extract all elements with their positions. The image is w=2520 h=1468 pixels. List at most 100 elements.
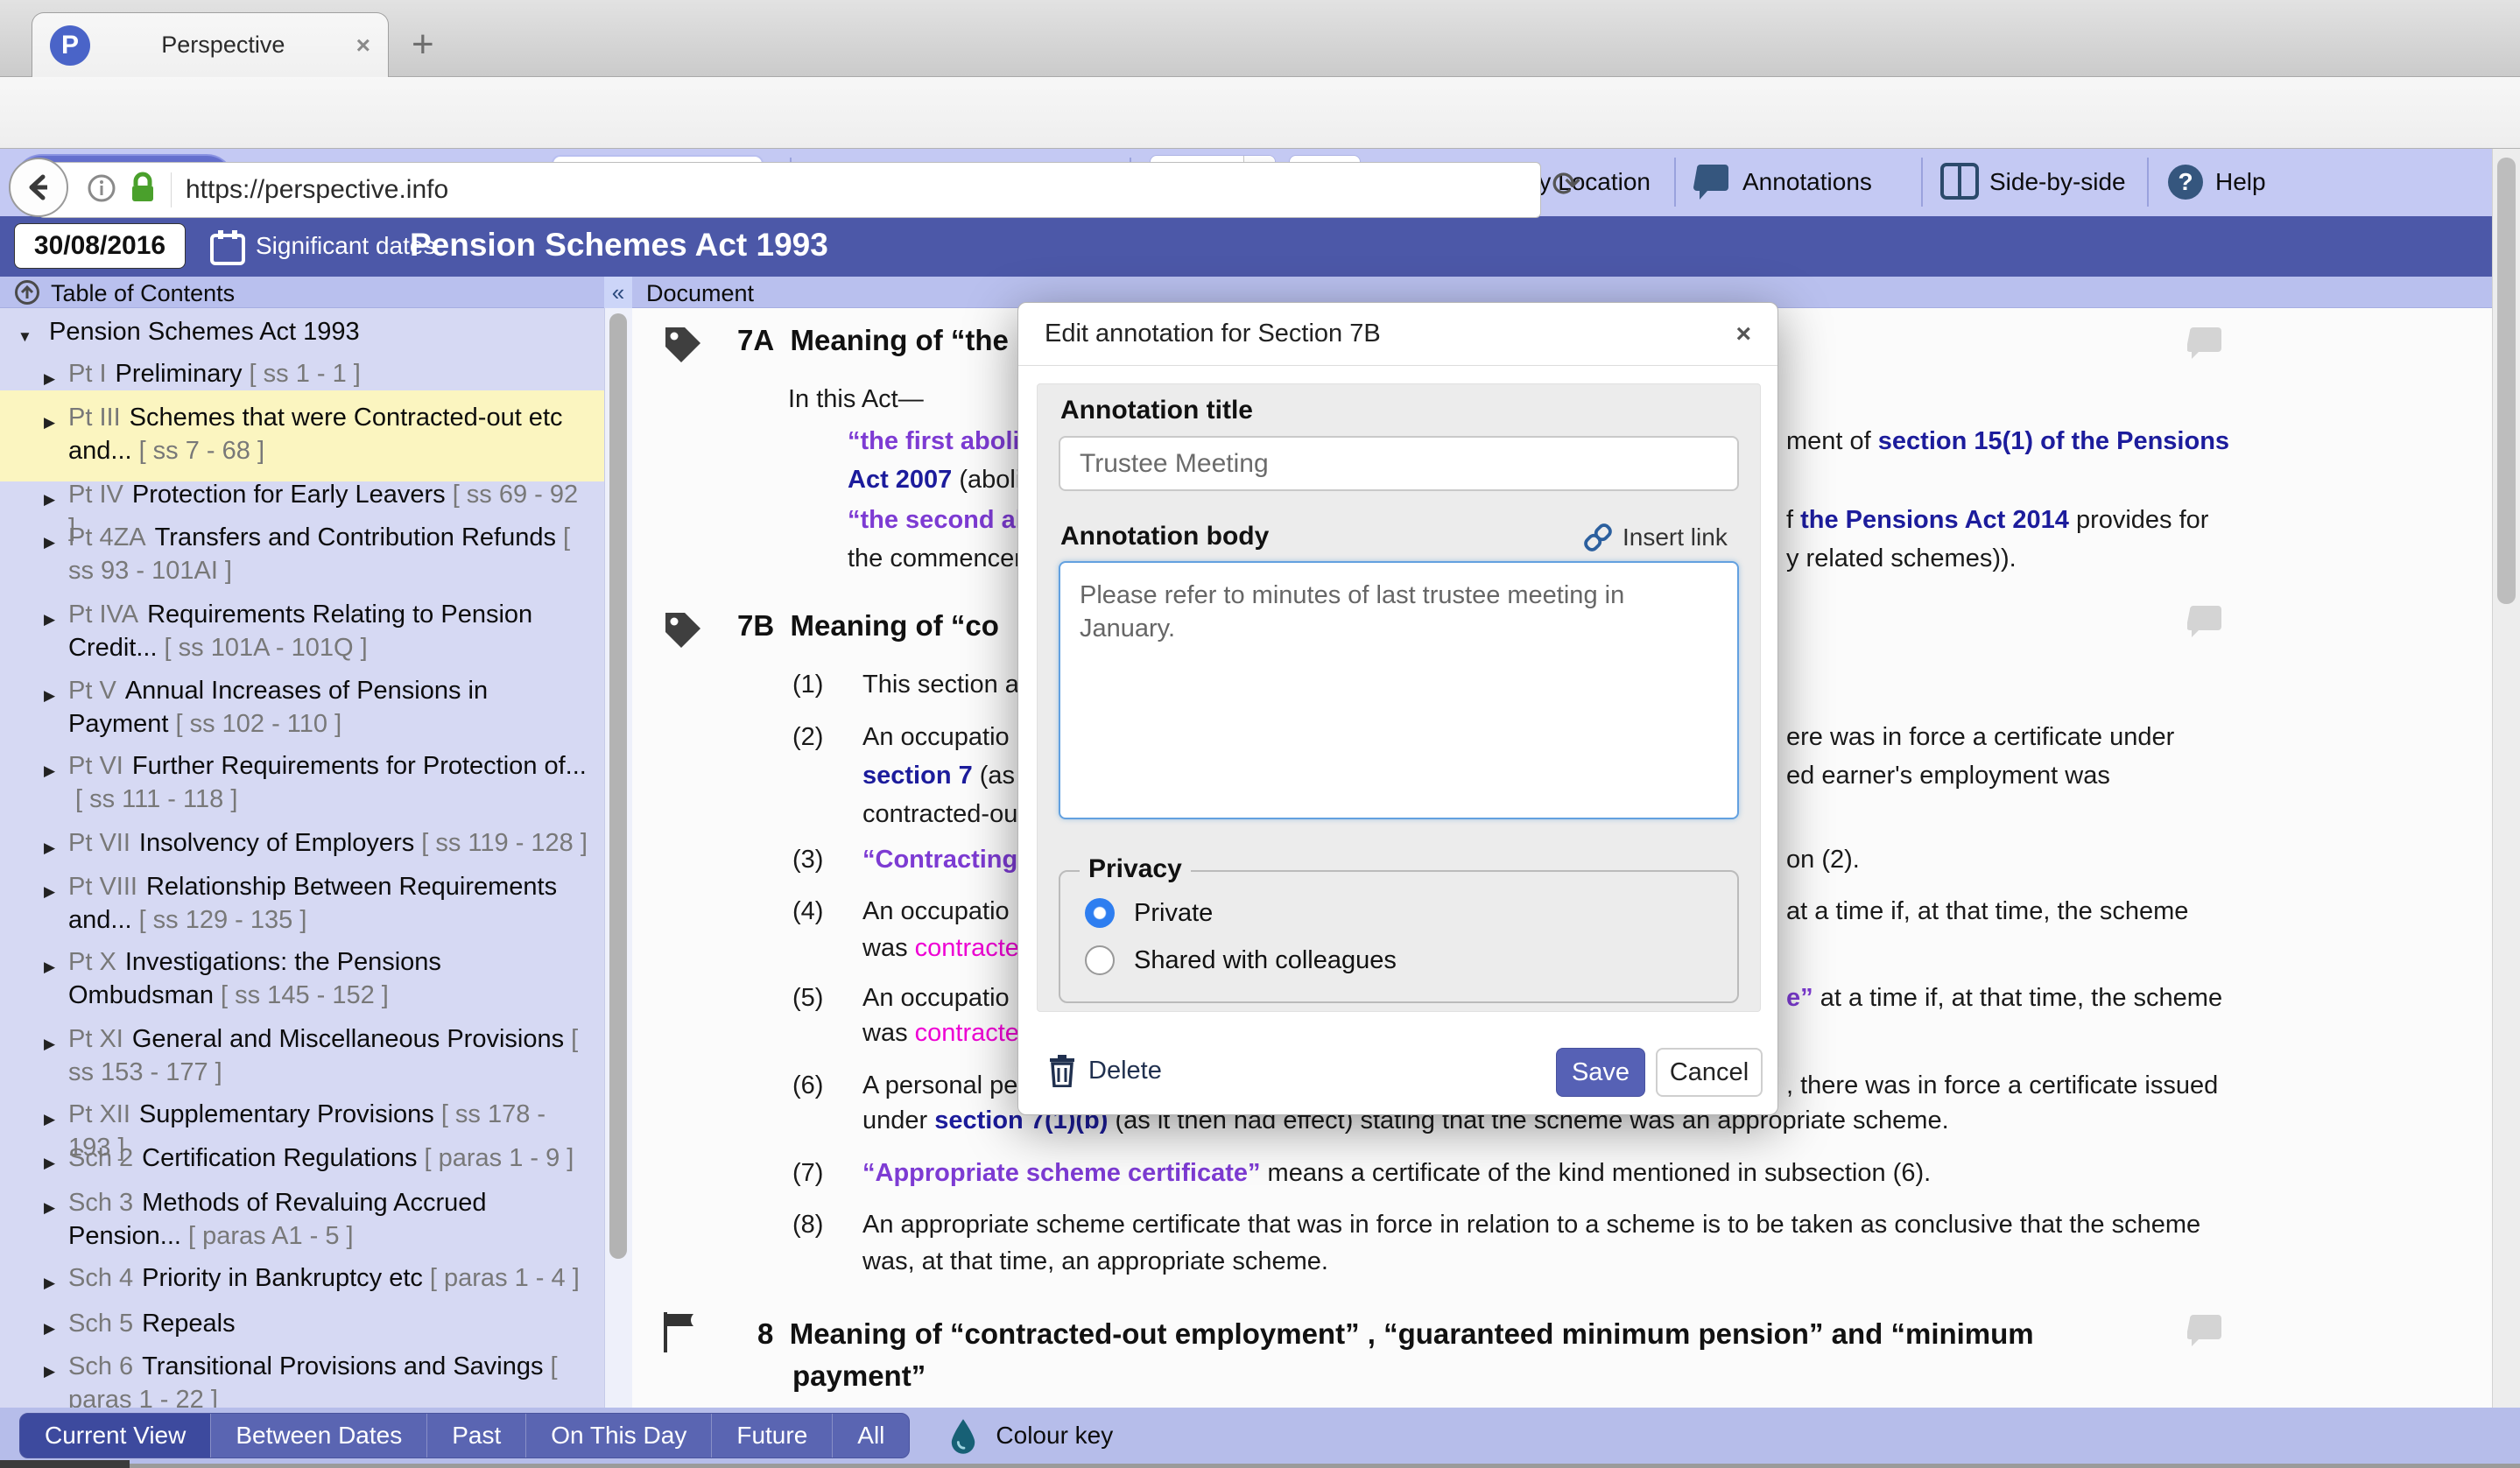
filter-past[interactable]: Past	[426, 1414, 525, 1457]
url-text[interactable]: https://perspective.info	[186, 175, 448, 205]
url-bar[interactable]: https://perspective.info	[39, 162, 1541, 218]
colour-key-control[interactable]: Colour key	[948, 1417, 1113, 1454]
filter-between-dates[interactable]: Between Dates	[210, 1414, 426, 1457]
chevron-right-icon[interactable]: ▶	[44, 875, 55, 909]
save-button[interactable]: Save	[1556, 1048, 1645, 1097]
chevron-right-icon[interactable]: ▶	[44, 951, 55, 984]
filter-current-view[interactable]: Current View	[20, 1414, 210, 1457]
comment-bubble-icon[interactable]	[2187, 1313, 2224, 1351]
browser-tab[interactable]: P Perspective ×	[32, 12, 389, 77]
side-by-side-icon[interactable]	[1940, 163, 1979, 204]
chevron-right-icon[interactable]: ▶	[44, 1147, 55, 1180]
radio-unselected-icon[interactable]	[1085, 945, 1115, 975]
help-icon[interactable]: ?	[2166, 163, 2205, 206]
doc-line: In this Act—	[788, 385, 924, 414]
annotations-icon[interactable]	[1693, 163, 1732, 206]
date-input[interactable]	[14, 223, 186, 269]
collapse-sidebar-button[interactable]: «	[604, 277, 632, 308]
toc-item[interactable]: ▶Pt VIFurther Requirements for Protectio…	[0, 746, 604, 823]
filter-all[interactable]: All	[832, 1414, 909, 1457]
doc-line: at a time if, at that time, the scheme	[1786, 897, 2188, 926]
chevron-right-icon[interactable]: ▶	[44, 755, 55, 788]
statute-link[interactable]: Act 2007	[848, 466, 952, 494]
new-tab-button[interactable]: +	[412, 23, 434, 67]
privacy-fieldset: Privacy Private Shared with colleagues	[1059, 870, 1739, 1003]
chevron-right-icon[interactable]: ▶	[44, 1312, 55, 1345]
doc-line: A personal pe	[862, 1071, 1017, 1100]
flag-icon[interactable]	[658, 1310, 697, 1359]
toc-item[interactable]: ▶Pt XInvestigations: the Pensions Ombuds…	[0, 942, 604, 1019]
chevron-right-icon[interactable]: ▶	[44, 603, 55, 636]
radio-selected-icon[interactable]	[1085, 898, 1115, 928]
filter-on-this-day[interactable]: On This Day	[525, 1414, 711, 1457]
tag-icon[interactable]	[662, 609, 704, 656]
chevron-right-icon[interactable]: ▶	[44, 679, 55, 713]
chevron-right-icon[interactable]: ▶	[44, 1355, 55, 1388]
chevron-right-icon[interactable]: ▶	[44, 1267, 55, 1300]
para-number: (2)	[792, 723, 823, 752]
annotation-title-input[interactable]	[1059, 436, 1739, 491]
side-by-side-label[interactable]: Side-by-side	[1989, 168, 2126, 196]
chevron-right-icon[interactable]: ▶	[44, 1028, 55, 1061]
chevron-right-icon[interactable]: ▶	[44, 526, 55, 559]
insert-link-button[interactable]: Insert link	[1582, 522, 1728, 553]
significant-dates-label[interactable]: Significant dates	[256, 232, 435, 260]
toc-item[interactable]: ▶Pt VAnnual Increases of Pensions in Pay…	[0, 671, 604, 748]
toc-item[interactable]: ▶Pt XIGeneral and Miscellaneous Provisio…	[0, 1019, 604, 1096]
window-scrollbar[interactable]	[2492, 149, 2520, 1468]
toc-item[interactable]: ▶Pt VIIIRelationship Between Requirement…	[0, 867, 604, 944]
reload-icon[interactable]: ⟳	[1552, 165, 1581, 205]
toc-item[interactable]: ▶Pt 4ZATransfers and Contribution Refund…	[0, 517, 604, 594]
tag-icon[interactable]	[662, 324, 704, 370]
section-8-heading: 8 Meaning of “contracted-out employment”…	[757, 1317, 2034, 1351]
annotation-body-textarea[interactable]: Please refer to minutes of last trustee …	[1059, 561, 1739, 819]
doc-line: “Appropriate scheme certificate” means a…	[862, 1159, 1931, 1188]
table-of-contents: ▼ Pension Schemes Act 1993 ▶Pt IPrelimin…	[0, 308, 604, 1408]
comment-bubble-icon[interactable]	[2187, 326, 2224, 363]
help-label[interactable]: Help	[2215, 168, 2266, 196]
privacy-option-private[interactable]: Private	[1085, 898, 1213, 928]
filter-future[interactable]: Future	[711, 1414, 832, 1457]
calendar-icon[interactable]	[210, 228, 245, 270]
toc-item[interactable]: ▶Sch 5Repeals	[0, 1303, 604, 1347]
window-scrollbar-thumb[interactable]	[2497, 158, 2516, 604]
annotations-label[interactable]: Annotations	[1742, 168, 1872, 196]
toc-root-item[interactable]: ▼ Pension Schemes Act 1993	[0, 312, 604, 355]
chevron-right-icon[interactable]: ▶	[44, 1103, 55, 1136]
window-bottom-edge	[0, 1464, 2520, 1468]
statute-link[interactable]: the Pensions Act 2014	[1800, 506, 2069, 534]
chevron-right-icon[interactable]: ▶	[44, 1191, 55, 1225]
application-window: P Perspective × + https://perspective.in…	[0, 0, 2520, 1468]
collapse-up-icon[interactable]	[14, 279, 40, 310]
comment-bubble-icon[interactable]	[2187, 604, 2224, 642]
para-number: (1)	[792, 671, 823, 699]
close-icon[interactable]: ×	[1735, 320, 1751, 349]
statute-link[interactable]: section 7	[862, 762, 973, 790]
cancel-button[interactable]: Cancel	[1656, 1048, 1763, 1097]
chevron-right-icon[interactable]: ▶	[44, 406, 55, 439]
chevron-right-icon[interactable]: ▶	[44, 483, 55, 516]
section-8-heading-line2: payment”	[792, 1359, 926, 1393]
toc-item-active[interactable]: ▶Pt IIISchemes that were Contracted-out …	[0, 390, 604, 481]
delete-annotation-button[interactable]: Delete	[1048, 1054, 1162, 1087]
toc-item[interactable]: ▶Pt VIIInsolvency of Employers[ ss 119 -…	[0, 823, 604, 867]
back-button[interactable]	[9, 158, 68, 217]
toc-item[interactable]: ▶Sch 4Priority in Bankruptcy etc[ paras …	[0, 1258, 604, 1302]
info-icon[interactable]	[87, 173, 116, 207]
toc-item[interactable]: ▶Sch 6Transitional Provisions and Saving…	[0, 1346, 604, 1408]
toc-item[interactable]: ▶Sch 2Certification Regulations[ paras 1…	[0, 1138, 604, 1182]
toc-item[interactable]: ▶Sch 3Methods of Revaluing Accrued Pensi…	[0, 1183, 604, 1260]
chevron-down-icon[interactable]: ▼	[18, 320, 32, 354]
chevron-right-icon[interactable]: ▶	[44, 832, 55, 865]
modal-header: Edit annotation for Section 7B ×	[1018, 303, 1777, 366]
close-tab-icon[interactable]: ×	[356, 32, 370, 60]
toc-scrollbar[interactable]	[604, 308, 632, 1408]
svg-text:?: ?	[2178, 168, 2193, 195]
toc-scrollbar-thumb[interactable]	[609, 313, 627, 1259]
site-favicon: P	[50, 25, 90, 66]
statute-link[interactable]: section 15(1) of the Pensions	[1878, 427, 2229, 455]
privacy-option-shared[interactable]: Shared with colleagues	[1085, 945, 1397, 975]
lock-icon[interactable]	[129, 172, 157, 209]
toolbar-divider	[1674, 158, 1676, 207]
toc-item[interactable]: ▶Pt IVARequirements Relating to Pension …	[0, 594, 604, 671]
